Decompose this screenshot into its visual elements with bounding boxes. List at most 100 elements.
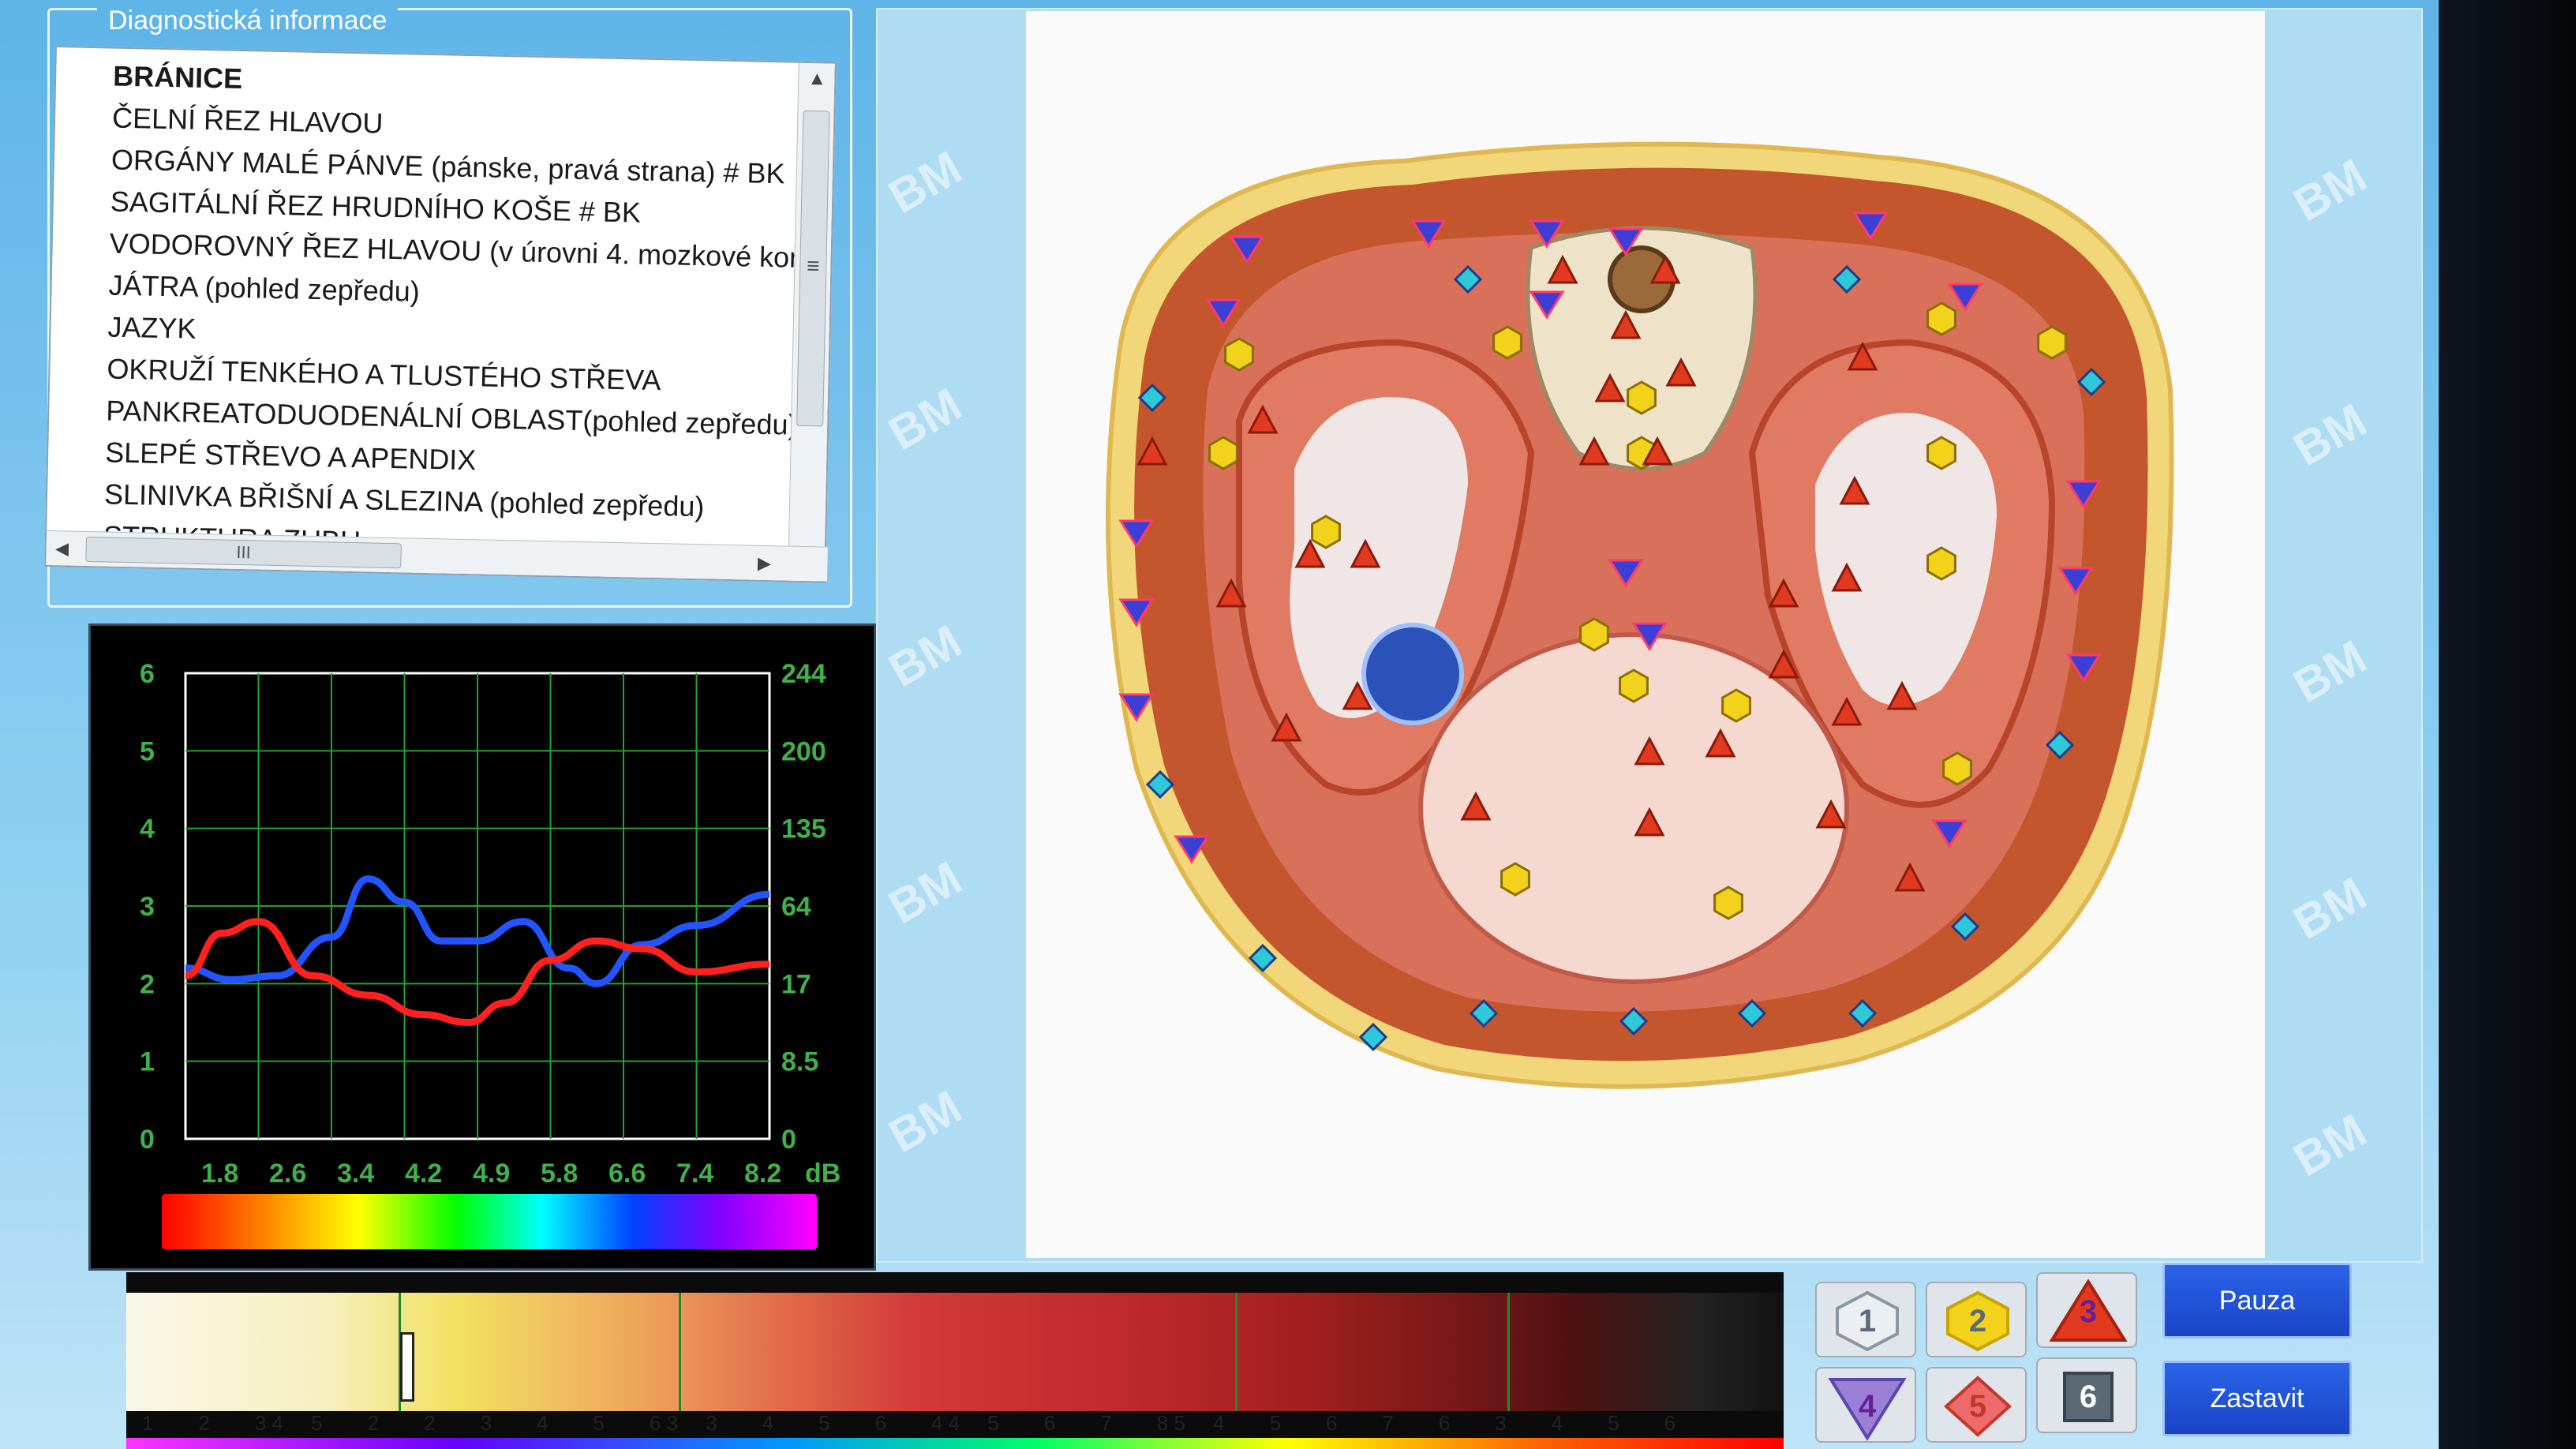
watermark-logo: BM (2285, 867, 2375, 950)
horizontal-scroll-thumb[interactable]: III (85, 536, 402, 569)
watermark-logo: BM (880, 615, 970, 698)
hexagon-marker[interactable] (1926, 546, 1956, 581)
diaphragm-cross-section-image[interactable] (1026, 11, 2265, 1258)
scale-label: 6 (1326, 1411, 1338, 1435)
hexagon-marker[interactable] (1224, 337, 1254, 372)
organ-list[interactable]: BRÁNICE ČELNÍ ŘEZ HLAVOU ORGÁNY MALÉ PÁNVE… (44, 46, 837, 583)
x-unit-label: dB (805, 1159, 841, 1189)
aorta (1361, 623, 1464, 725)
frequency-chart: 0 1 2 3 4 5 6 0 8.5 17 64 135 200 244 1.8 2.6 3.4 4.2 4.9 5… (140, 659, 841, 1189)
scale-label: 6 3 (649, 1411, 678, 1435)
x-tick-label: 2.6 (269, 1159, 306, 1189)
frequency-gradient[interactable] (126, 1293, 1784, 1411)
watermark-logo: BM (880, 378, 970, 461)
color-spectrum-strip (162, 1194, 817, 1249)
hexagon-marker[interactable] (1500, 862, 1530, 897)
level-6-button[interactable]: 6 (2036, 1357, 2137, 1433)
y-left-tick-label: 4 (140, 814, 155, 844)
vertical-scroll-thumb[interactable]: ≡ (796, 110, 830, 427)
level-4-label: 4 (1858, 1389, 1877, 1424)
x-tick-label: 5.8 (541, 1159, 578, 1189)
organ-list-items: BRÁNICE ČELNÍ ŘEZ HLAVOU ORGÁNY MALÉ PÁNVE… (47, 47, 798, 568)
scale-label: 6 (1438, 1411, 1451, 1435)
y-left-tick-label: 1 (140, 1047, 155, 1077)
y-right-tick-label: 17 (781, 969, 811, 999)
pause-button[interactable]: Pauza (2162, 1263, 2352, 1339)
scale-label: 1 (142, 1411, 154, 1435)
y-right-tick-label: 8.5 (781, 1047, 818, 1077)
scale-label: 4 (1213, 1411, 1225, 1435)
scale-position-marker[interactable] (399, 1332, 414, 1402)
level-5-label: 5 (1968, 1389, 1987, 1424)
hexagon-marker[interactable] (1721, 688, 1751, 723)
y-right-tick-label: 135 (781, 814, 826, 844)
watermark-logo: BM (2285, 394, 2375, 477)
scale-label: 2 (424, 1411, 436, 1435)
y-left-tick-label: 2 (140, 969, 155, 999)
scroll-up-arrow-icon[interactable]: ▲ (799, 63, 836, 95)
hexagon-marker[interactable] (1311, 515, 1341, 549)
scale-tick (679, 1293, 681, 1411)
stop-button[interactable]: Zastavit (2162, 1361, 2352, 1436)
scale-label: 4 4 (931, 1411, 960, 1435)
hexagon-marker[interactable] (1492, 325, 1522, 360)
level-4-button[interactable]: 4 (1815, 1367, 1916, 1443)
scale-label: 3 (1495, 1411, 1507, 1435)
level-1-button[interactable]: 1 (1815, 1282, 1916, 1357)
frequency-scale-bar: 1 2 3 4 5 2 2 3 4 5 6 3 3 4 5 6 4 4 5 6 7 8 5 4 5 6 7 6 3 4 5 6 (126, 1272, 1784, 1449)
scale-label: 6 (1043, 1411, 1056, 1435)
level-3-button[interactable]: 3 (2036, 1272, 2137, 1348)
y-right-tick-label: 0 (781, 1125, 796, 1155)
hexagon-marker[interactable] (1926, 301, 1956, 336)
level-3-label: 3 (2079, 1294, 2098, 1329)
scale-label: 7 (1382, 1411, 1394, 1435)
scale-label: 5 (987, 1411, 999, 1435)
y-left-tick-label: 3 (140, 892, 155, 922)
rainbow-strip (126, 1438, 1784, 1449)
scroll-left-arrow-icon[interactable]: ◀ (46, 531, 78, 567)
watermark-logo: BM (2285, 149, 2375, 232)
watermark-logo: BM (880, 1080, 970, 1163)
scale-label: 4 (762, 1411, 774, 1435)
hexagon-marker[interactable] (1579, 617, 1609, 652)
hexagon-marker[interactable] (1942, 751, 1972, 786)
x-tick-label: 4.2 (405, 1159, 442, 1189)
hexagon-marker[interactable] (1208, 436, 1238, 470)
level-6-label: 6 (2079, 1380, 2098, 1414)
hexagon-marker[interactable] (2037, 325, 2067, 360)
x-tick-label: 8.2 (744, 1159, 781, 1189)
level-5-button[interactable]: 5 (1926, 1367, 2027, 1443)
watermark-logo: BM (2285, 631, 2375, 713)
scroll-right-arrow-icon[interactable]: ▶ (748, 546, 781, 582)
scale-label: 8 5 (1156, 1411, 1185, 1435)
level-2-label: 2 (1968, 1304, 1987, 1339)
watermark-logo: BM (2285, 1104, 2375, 1187)
scale-label: 5 (311, 1411, 323, 1435)
y-right-tick-label: 244 (781, 659, 826, 689)
y-left-tick-label: 6 (140, 659, 155, 689)
watermark-logo: BM (880, 141, 970, 224)
x-tick-label: 6.6 (608, 1159, 646, 1189)
scale-label: 6 (874, 1411, 887, 1435)
level-2-button[interactable]: 2 (1926, 1282, 2027, 1357)
hexagon-marker[interactable] (1926, 436, 1956, 470)
scale-label: 3 (706, 1411, 717, 1435)
level-1-label: 1 (1858, 1304, 1877, 1339)
hexagon-marker[interactable] (1627, 380, 1657, 415)
hexagon-marker[interactable] (1619, 668, 1649, 703)
scale-label: 5 (1608, 1411, 1619, 1435)
y-left-tick-label: 5 (140, 736, 155, 766)
diagnostic-info-title: Diagnostická informace (97, 6, 399, 36)
scale-label: 3 4 (254, 1411, 283, 1435)
x-tick-label: 1.8 (201, 1159, 238, 1189)
scale-label: 6 (1664, 1411, 1676, 1435)
scale-label: 5 (818, 1411, 830, 1435)
hexagon-marker[interactable] (1713, 886, 1743, 920)
anatomy-image-frame (1026, 11, 2265, 1258)
app-screen: Diagnostická informace BRÁNICE ČELNÍ ŘEZ … (0, 0, 2576, 1449)
scale-label: 3 (480, 1411, 492, 1435)
scale-label: 5 (1269, 1411, 1282, 1435)
scale-tick (1235, 1293, 1237, 1411)
scale-label: 4 (537, 1411, 549, 1435)
scale-label: 4 (1551, 1411, 1563, 1435)
